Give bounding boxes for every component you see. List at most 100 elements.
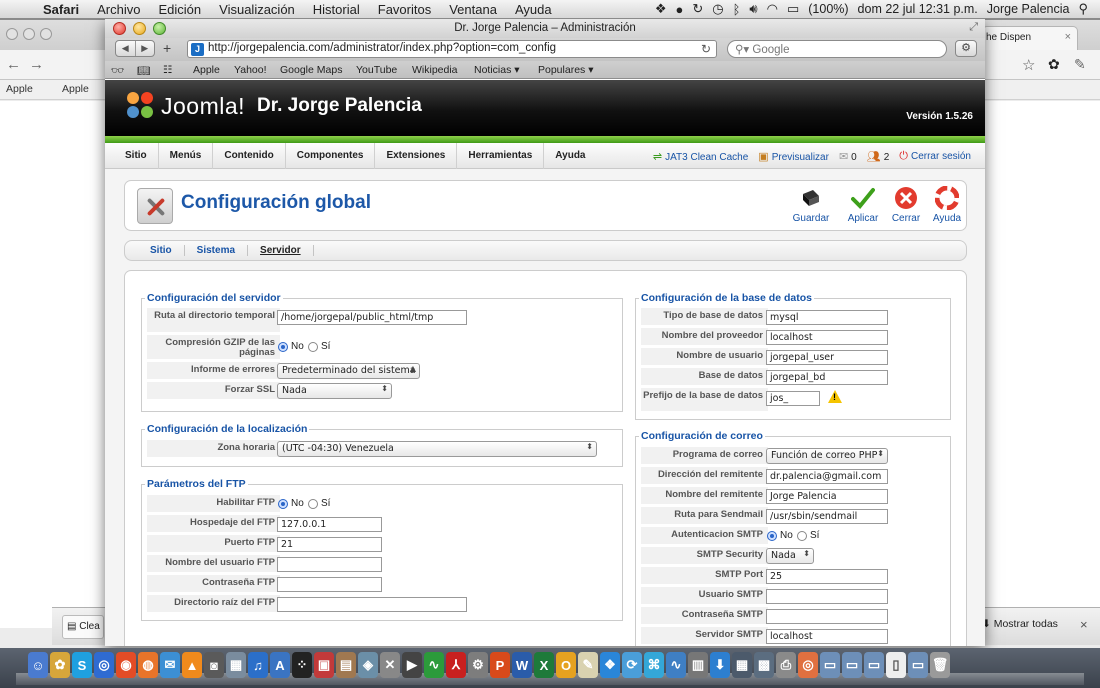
- top-sites-icon[interactable]: ☷: [163, 64, 172, 76]
- smtp-host-input[interactable]: localhost: [766, 629, 888, 644]
- chrome-icon[interactable]: ◉: [116, 652, 136, 678]
- ftp-enable-no-radio[interactable]: No: [278, 498, 304, 509]
- bookmark-yahoo[interactable]: Yahoo!: [234, 64, 267, 76]
- menu-historial[interactable]: Historial: [304, 2, 369, 17]
- menu-herramientas[interactable]: Herramientas: [457, 143, 545, 169]
- address-bar[interactable]: J http://jorgepalencia.com/administrator…: [187, 40, 717, 58]
- applications-folder-icon[interactable]: ▭: [820, 652, 840, 678]
- reading-list-icon[interactable]: 👓︎: [111, 64, 124, 77]
- user-name[interactable]: Jorge Palencia: [987, 2, 1070, 16]
- status-menu-icon[interactable]: ●: [675, 2, 683, 17]
- ftp-pass-input[interactable]: [277, 577, 382, 592]
- error-report-select[interactable]: Predeterminado del sistema ▲: [277, 363, 420, 379]
- menu-app-name[interactable]: Safari: [34, 2, 88, 17]
- timezone-select[interactable]: (UTC -04:30) Venezuela ⬍: [277, 441, 597, 457]
- db-user-input[interactable]: jorgepal_user: [766, 350, 888, 365]
- bookmark-apple[interactable]: Apple: [193, 64, 220, 76]
- tab-servidor[interactable]: Servidor: [248, 245, 314, 256]
- save-button[interactable]: Guardar: [789, 186, 833, 224]
- menu-favoritos[interactable]: Favoritos: [369, 2, 440, 17]
- back-forward-icon[interactable]: ←→: [6, 56, 52, 73]
- smtp-user-input[interactable]: [766, 589, 888, 604]
- menu-edicion[interactable]: Edición: [150, 2, 211, 17]
- db-type-input[interactable]: mysql: [766, 310, 888, 325]
- photo-booth-icon[interactable]: ▣: [314, 652, 334, 678]
- time-machine-icon[interactable]: ◷: [712, 1, 723, 17]
- reload-icon[interactable]: ↻: [701, 42, 711, 56]
- forward-icon[interactable]: ▶: [134, 41, 155, 56]
- warning-icon[interactable]: [828, 390, 842, 403]
- close-window-icon[interactable]: [113, 22, 126, 35]
- smtp-security-select[interactable]: Nada ⬍: [766, 548, 814, 564]
- show-all-downloads-button[interactable]: ⬇ Mostrar todas: [982, 618, 1058, 630]
- close-button[interactable]: Cerrar: [884, 186, 928, 224]
- itunes-icon[interactable]: ♫: [248, 652, 268, 678]
- menu-archivo[interactable]: Archivo: [88, 2, 149, 17]
- close-tab-icon[interactable]: ×: [1065, 31, 1071, 43]
- server-icon[interactable]: ▥: [688, 652, 708, 678]
- finder-icon[interactable]: ☺: [28, 652, 48, 678]
- download-item[interactable]: ▤ Clea: [62, 615, 104, 639]
- menu-contenido[interactable]: Contenido: [213, 143, 286, 169]
- bookmark-populares[interactable]: Populares ▾: [538, 64, 593, 76]
- add-bookmark-icon[interactable]: +: [163, 40, 171, 56]
- maps-icon[interactable]: ∿: [666, 652, 686, 678]
- db-host-input[interactable]: localhost: [766, 330, 888, 345]
- smtp-auth-no-radio[interactable]: No: [767, 530, 793, 541]
- camera-icon[interactable]: ◙: [204, 652, 224, 678]
- smtp-pass-input[interactable]: [766, 609, 888, 624]
- network-icon[interactable]: ⌘: [644, 652, 664, 678]
- downloads-folder-icon[interactable]: ▭: [864, 652, 884, 678]
- close-downloads-icon[interactable]: ×: [1080, 617, 1088, 632]
- search-field[interactable]: ⚲▾ Google: [727, 40, 947, 58]
- book-icon[interactable]: ▤: [336, 652, 356, 678]
- force-ssl-select[interactable]: Nada ⬍: [277, 383, 392, 399]
- bg-zoom-icon[interactable]: [40, 28, 52, 40]
- tab-sitio[interactable]: Sitio: [138, 245, 185, 256]
- mailer-select[interactable]: Función de correo PHP ⬍: [766, 448, 888, 464]
- ftp-host-input[interactable]: 127.0.0.1: [277, 517, 382, 532]
- calendar-icon[interactable]: ▩: [754, 652, 774, 678]
- menu-ayuda-joomla[interactable]: Ayuda: [544, 143, 596, 169]
- logout-link[interactable]: ⏻ Cerrar sesión: [899, 150, 971, 163]
- bookmark-google-maps[interactable]: Google Maps: [280, 64, 342, 76]
- sync-app-icon[interactable]: ⟳: [622, 652, 642, 678]
- menu-componentes[interactable]: Componentes: [286, 143, 376, 169]
- from-name-input[interactable]: Jorge Palencia: [766, 489, 888, 504]
- trash-icon[interactable]: 🗑︎: [930, 652, 950, 678]
- messages-count[interactable]: ✉ 0: [839, 150, 857, 163]
- db-prefix-input[interactable]: jos_: [766, 391, 820, 406]
- battery-icon[interactable]: ▭: [787, 1, 799, 17]
- activity-monitor-icon[interactable]: ∿: [424, 652, 444, 678]
- disk-utility-icon[interactable]: ◎: [798, 652, 818, 678]
- dropbox-icon[interactable]: ❖: [600, 652, 620, 678]
- smtp-port-input[interactable]: 25: [766, 569, 888, 584]
- ftp-user-input[interactable]: [277, 557, 382, 572]
- downloads-app-icon[interactable]: ⬇: [710, 652, 730, 678]
- preview-link[interactable]: ▣ Previsualizar: [758, 150, 829, 163]
- tab-sistema[interactable]: Sistema: [185, 245, 249, 256]
- bookmark-star-icon[interactable]: ☆: [1022, 56, 1035, 74]
- gzip-no-radio[interactable]: No: [278, 341, 304, 352]
- bluetooth-icon[interactable]: ᛒ: [733, 2, 741, 17]
- clapper-icon[interactable]: ▶: [402, 652, 422, 678]
- wifi-icon[interactable]: ◠: [767, 1, 778, 17]
- bookmark-wikipedia[interactable]: Wikipedia: [412, 64, 458, 76]
- menu-ventana[interactable]: Ventana: [440, 2, 506, 17]
- clock[interactable]: dom 22 jul 12:31 p.m.: [858, 2, 978, 16]
- bookmark-youtube[interactable]: YouTube: [356, 64, 397, 76]
- menu-sitio[interactable]: Sitio: [114, 143, 159, 169]
- zoom-window-icon[interactable]: [153, 22, 166, 35]
- sync-icon[interactable]: ↻: [692, 1, 703, 17]
- vlc-icon[interactable]: ▲: [182, 652, 202, 678]
- wrench-icon[interactable]: ✎: [1074, 56, 1086, 73]
- extension-icon[interactable]: ✿: [1048, 56, 1060, 73]
- background-bookmark-apple-1[interactable]: Apple: [6, 83, 33, 95]
- help-button[interactable]: Ayuda: [925, 186, 969, 224]
- ftp-root-input[interactable]: [277, 597, 467, 612]
- apply-button[interactable]: Aplicar: [841, 186, 885, 224]
- gzip-yes-radio[interactable]: Sí: [308, 341, 330, 352]
- ftp-port-input[interactable]: 21: [277, 537, 382, 552]
- mission-control-icon[interactable]: ▦: [732, 652, 752, 678]
- menu-ayuda[interactable]: Ayuda: [506, 2, 561, 17]
